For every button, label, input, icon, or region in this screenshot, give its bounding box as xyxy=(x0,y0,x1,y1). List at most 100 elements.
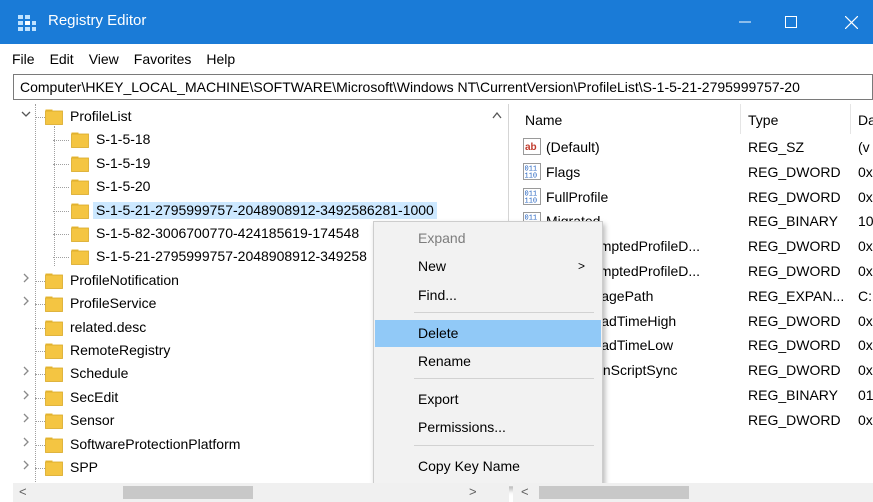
chevron-right-icon[interactable] xyxy=(21,437,31,451)
menu-separator xyxy=(414,445,594,446)
menu-separator xyxy=(414,378,594,379)
scroll-left-arrow[interactable]: < xyxy=(521,484,529,499)
value-row[interactable]: 011 110 Flags REG_DWORD 0x xyxy=(513,160,873,184)
minimize-button[interactable] xyxy=(720,0,770,44)
tree-connector xyxy=(53,210,69,212)
tree-item-label: S-1-5-19 xyxy=(96,154,151,171)
string-value-icon: ab xyxy=(523,138,541,155)
value-type: REG_SZ xyxy=(748,139,805,155)
folder-icon xyxy=(45,108,63,125)
value-name: FullProfile xyxy=(546,188,609,205)
tree-connector xyxy=(53,140,69,142)
tree-item[interactable]: S-1-5-21-2795999757-2048908912-349258628… xyxy=(13,199,503,222)
context-menu-label: Permissions... xyxy=(418,419,506,435)
context-menu-label: New xyxy=(418,258,447,274)
folder-icon xyxy=(45,389,63,406)
value-data: 0x xyxy=(858,163,873,180)
menu-help[interactable]: Help xyxy=(206,51,235,67)
folder-icon xyxy=(45,342,63,359)
value-data: 0x xyxy=(858,263,873,279)
column-header-name[interactable]: Name xyxy=(525,108,562,132)
address-bar[interactable]: Computer\HKEY_LOCAL_MACHINE\SOFTWARE\Mic… xyxy=(13,74,873,100)
folder-icon xyxy=(71,248,89,266)
tree-item[interactable]: S-1-5-19 xyxy=(13,152,503,175)
value-data: 0x xyxy=(858,362,873,379)
tree-item-label: ProfileList xyxy=(70,108,132,124)
tree-item-label: S-1-5-18 xyxy=(96,131,151,148)
scroll-left-arrow[interactable]: < xyxy=(19,484,27,499)
tree-item-label: ProfileService xyxy=(70,295,157,312)
binary-value-icon: 011110 xyxy=(523,187,541,205)
column-separator[interactable] xyxy=(740,104,741,134)
tree-connector xyxy=(35,104,36,482)
value-type: REG_DWORD xyxy=(748,263,841,279)
chevron-right-icon[interactable] xyxy=(21,390,31,404)
tree-item[interactable]: S-1-5-18 xyxy=(13,128,503,151)
context-menu-expand[interactable]: Expand xyxy=(375,225,601,252)
menu-view[interactable]: View xyxy=(89,51,119,67)
menu-file[interactable]: File xyxy=(12,51,35,67)
tree-item-label: RemoteRegistry xyxy=(70,342,171,358)
context-menu-label: Find... xyxy=(418,287,457,303)
tree-item-label: Sensor xyxy=(70,412,115,429)
column-separator[interactable] xyxy=(850,104,851,134)
tree-connector xyxy=(53,257,69,259)
maximize-button[interactable] xyxy=(766,0,816,44)
value-name: Flags xyxy=(546,163,581,180)
tree-connector xyxy=(35,397,45,399)
column-header-type[interactable]: Type xyxy=(748,108,778,132)
menu-favorites[interactable]: Favorites xyxy=(134,51,192,67)
close-icon xyxy=(844,15,858,29)
chevron-right-icon[interactable] xyxy=(21,273,31,287)
submenu-arrow-icon: > xyxy=(577,259,585,273)
value-type: REG_DWORD xyxy=(748,312,841,329)
tree-horizontal-scrollbar[interactable]: < > xyxy=(13,483,509,502)
context-menu-new[interactable]: New > xyxy=(375,253,601,280)
value-type: REG_DWORD xyxy=(748,362,841,379)
menu-bar: File Edit View Favorites Help xyxy=(0,44,873,74)
svg-text:ab: ab xyxy=(525,142,537,153)
tree-item[interactable]: S-1-5-20 xyxy=(13,175,503,198)
value-row[interactable]: 011 110 FullProfile REG_DWORD 0x xyxy=(513,185,873,209)
tree-connector xyxy=(35,351,45,352)
context-menu-find[interactable]: Find... xyxy=(375,282,601,309)
folder-icon xyxy=(45,272,63,289)
scroll-thumb[interactable] xyxy=(539,486,689,499)
value-data: 10 xyxy=(858,213,873,230)
close-button[interactable] xyxy=(826,0,873,44)
chevron-right-icon[interactable] xyxy=(21,460,31,474)
chevron-right-icon[interactable] xyxy=(21,366,31,380)
context-menu-rename[interactable]: Rename xyxy=(375,348,601,375)
context-menu-delete[interactable]: Delete xyxy=(375,320,601,347)
tree-connector xyxy=(35,444,45,446)
context-menu-export[interactable]: Export xyxy=(375,386,601,413)
context-menu-label: Export xyxy=(418,391,459,407)
menu-edit[interactable]: Edit xyxy=(50,51,74,67)
context-menu: Expand New > Find... Delete Rename Export Permi… xyxy=(373,221,603,487)
list-horizontal-scrollbar[interactable]: < xyxy=(513,483,873,502)
chevron-right-icon[interactable] xyxy=(21,296,31,310)
tree-item-label: related.desc xyxy=(70,318,147,335)
scroll-thumb[interactable] xyxy=(123,486,253,499)
context-menu-permissions[interactable]: Permissions... xyxy=(375,414,601,441)
folder-icon xyxy=(45,365,63,383)
folder-icon xyxy=(45,412,63,430)
tree-item-label: S-1-5-20 xyxy=(96,178,151,195)
menu-separator xyxy=(414,312,594,313)
value-data: 0x xyxy=(858,238,873,255)
tree-item[interactable]: ProfileList xyxy=(13,105,503,128)
scroll-right-arrow[interactable]: > xyxy=(469,484,477,499)
context-menu-label: Expand xyxy=(418,230,466,246)
value-name: (Default) xyxy=(546,139,600,155)
tree-connector xyxy=(35,117,45,118)
value-row[interactable]: ab (Default) REG_SZ (v xyxy=(513,135,873,159)
value-type: REG_DWORD xyxy=(748,188,841,205)
folder-icon xyxy=(71,178,89,196)
column-header-data[interactable]: Da xyxy=(858,108,873,132)
tree-connector xyxy=(35,421,45,423)
context-menu-copy-key-name[interactable]: Copy Key Name xyxy=(375,453,601,480)
value-type: REG_DWORD xyxy=(748,238,841,255)
tree-connector xyxy=(35,280,45,282)
chevron-down-icon[interactable] xyxy=(21,109,31,123)
chevron-right-icon[interactable] xyxy=(21,413,31,427)
